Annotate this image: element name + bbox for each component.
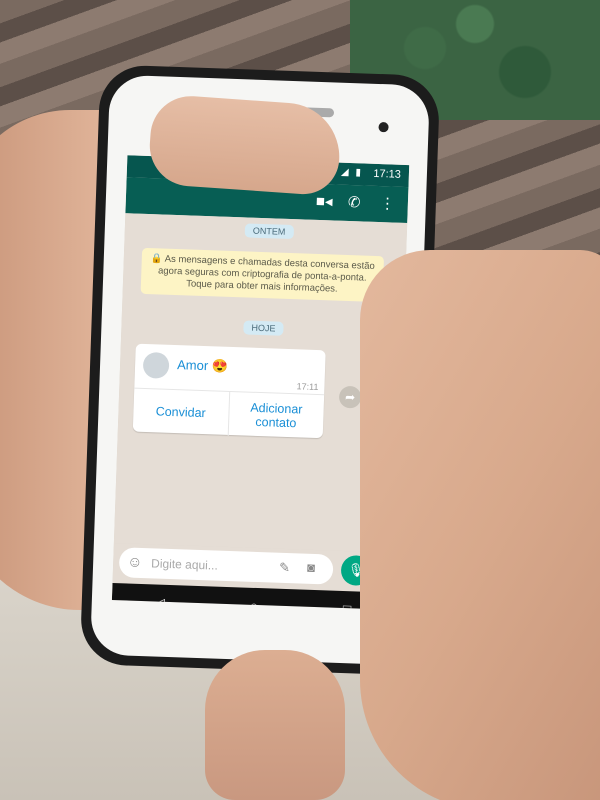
date-pill-yesterday: ONTEM [244, 223, 294, 240]
right-hand [360, 250, 600, 800]
attach-icon[interactable]: ✎ [279, 560, 290, 576]
avatar [142, 351, 170, 379]
invite-button[interactable]: Convidar [133, 389, 229, 436]
message-time: 17:11 [296, 381, 319, 393]
photo-scene: ▼◢ ▮ 17:13 ■◂ ✆ ⋮ ONTEM 🔒 As mensagens e… [0, 0, 600, 800]
contact-name: Amor 😍 [176, 357, 229, 374]
front-camera [378, 121, 389, 133]
date-pill-today: HOJE [243, 320, 284, 336]
forward-icon[interactable]: ➦ [338, 385, 362, 409]
camera-icon[interactable]: ◙ [307, 560, 315, 575]
contact-card-message[interactable]: Amor 😍 17:11 Convidar Adicionar contato [132, 343, 326, 440]
message-input[interactable]: ☺ Digite aqui... ✎ ◙ [118, 547, 334, 585]
bottom-finger [205, 650, 345, 800]
back-icon[interactable]: ◁ [154, 594, 165, 610]
home-icon[interactable]: ○ [249, 598, 258, 610]
recents-icon[interactable]: □ [343, 601, 352, 610]
phone-icon[interactable]: ✆ [348, 193, 361, 211]
video-call-icon[interactable]: ■◂ [316, 192, 333, 211]
emoji-icon[interactable]: ☺ [127, 553, 143, 571]
more-vert-icon[interactable]: ⋮ [380, 194, 396, 213]
input-placeholder: Digite aqui... [150, 556, 219, 573]
status-time: 17:13 [373, 167, 402, 181]
add-contact-button[interactable]: Adicionar contato [227, 391, 325, 440]
contact-card-actions: Convidar Adicionar contato [132, 387, 325, 440]
encryption-notice[interactable]: 🔒 As mensagens e chamadas desta conversa… [140, 247, 385, 303]
